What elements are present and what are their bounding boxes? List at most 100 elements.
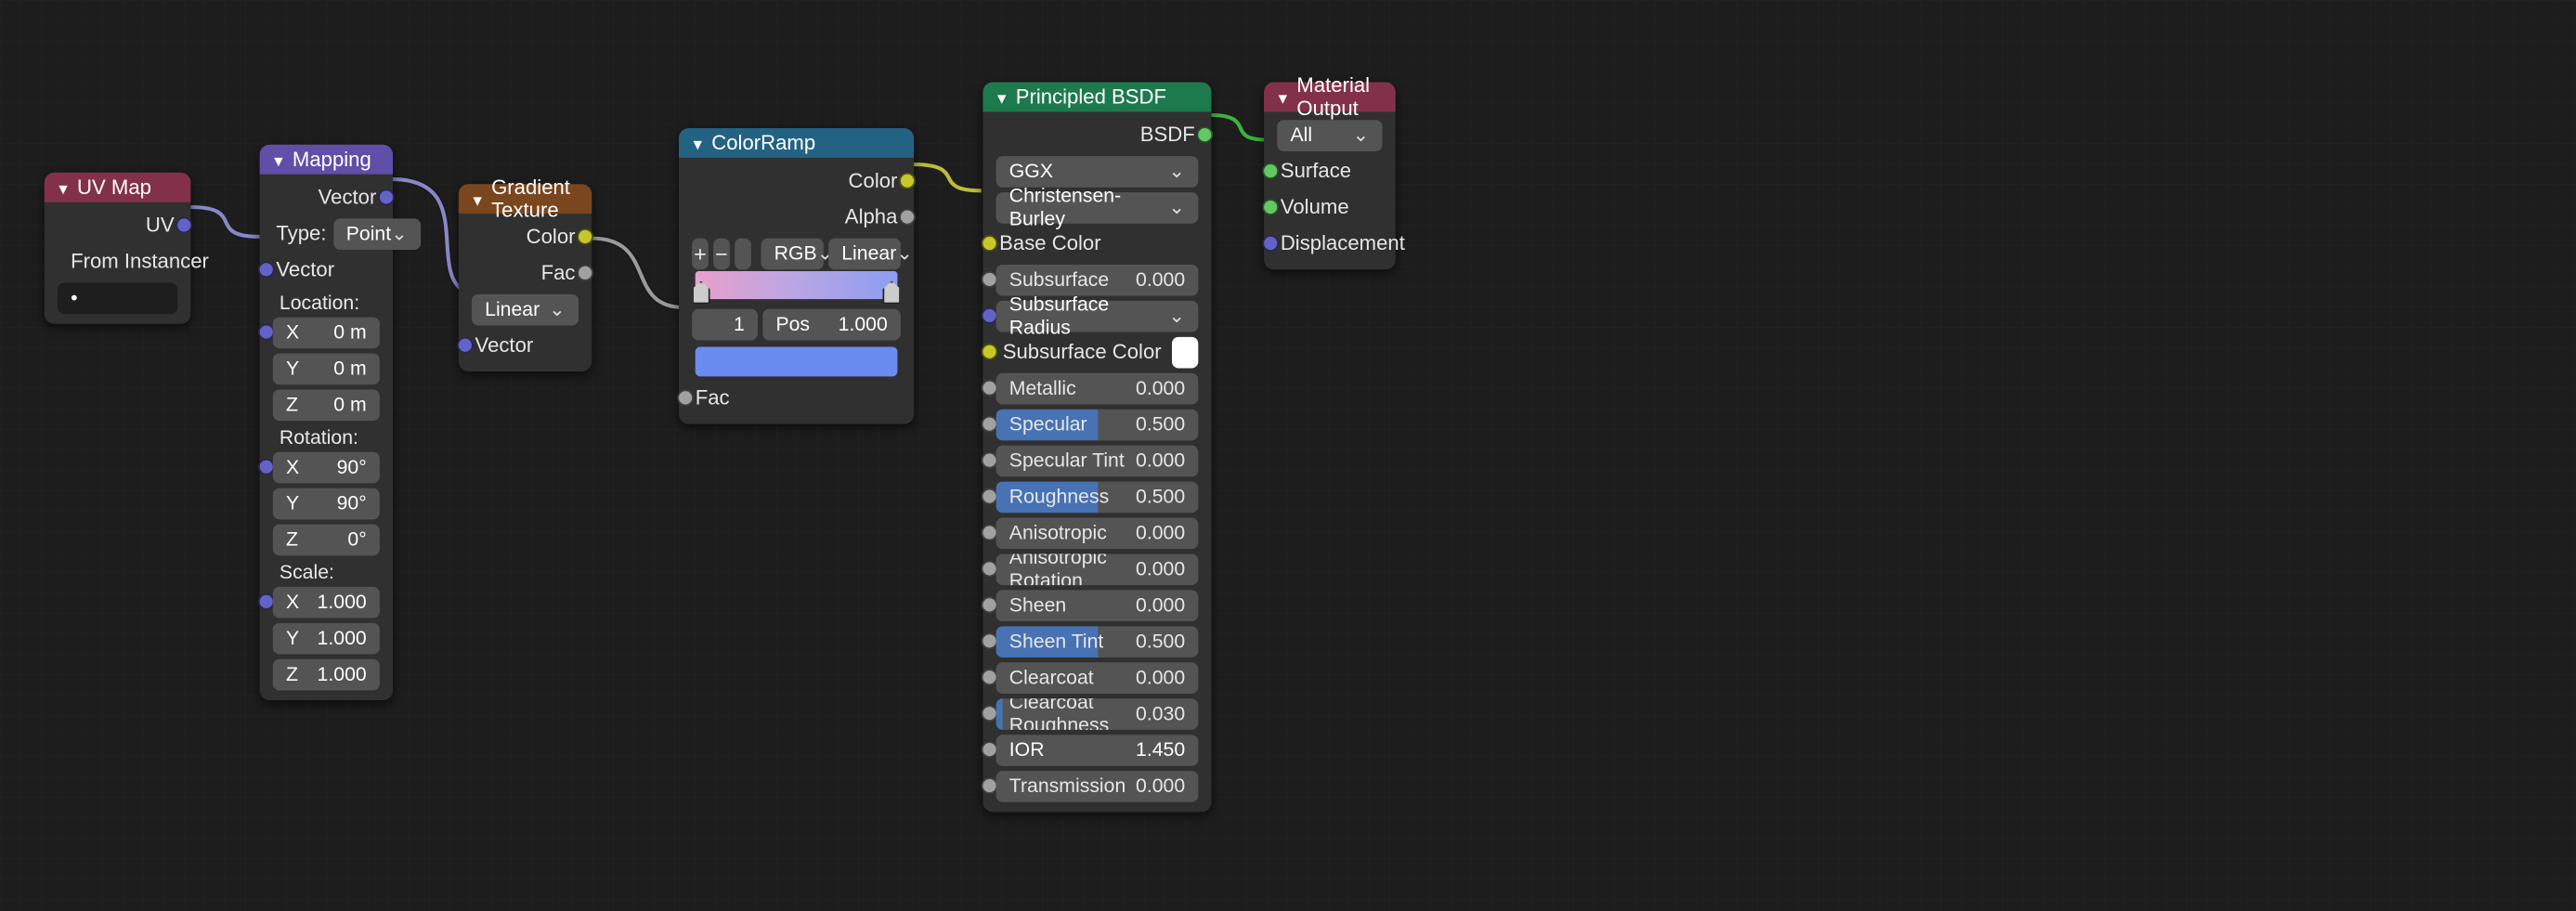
socket-in-sheen[interactable]: Sheen0.000 bbox=[990, 587, 1205, 623]
node-gradient-texture[interactable]: Gradient Texture Color Fac Linear Vector bbox=[459, 184, 592, 371]
socket-in-subsurface_radius[interactable]: Subsurface Radius bbox=[990, 297, 1205, 333]
socket-in-roughness[interactable]: Roughness0.500 bbox=[990, 478, 1205, 514]
anisotropic-slider[interactable]: Anisotropic0.000 bbox=[996, 517, 1199, 549]
socket-in-displacement[interactable]: Displacement bbox=[1270, 225, 1388, 261]
node-header[interactable]: Material Output bbox=[1264, 83, 1396, 112]
prop-from-instancer[interactable]: From Instancer bbox=[51, 243, 184, 280]
scl-x[interactable]: X1.000 bbox=[273, 586, 380, 618]
sheen_tint-slider[interactable]: Sheen Tint0.500 bbox=[996, 625, 1199, 657]
scl-z[interactable]: Z1.000 bbox=[273, 658, 380, 690]
ramp-stop-0[interactable] bbox=[692, 281, 709, 305]
uvmap-select[interactable]: • bbox=[58, 282, 177, 314]
bsdf-sss-dropdown[interactable]: Christensen-Burley bbox=[996, 191, 1199, 223]
loc-x[interactable]: X0 m bbox=[273, 317, 380, 348]
subsurface_radius-field[interactable]: Subsurface Radius bbox=[996, 300, 1199, 332]
type-dropdown[interactable]: Point bbox=[333, 218, 422, 250]
socket-in-transmission[interactable]: Transmission0.000 bbox=[990, 768, 1205, 804]
socket-in-clearcoat[interactable]: Clearcoat0.000 bbox=[990, 659, 1205, 696]
socket-in-ior[interactable]: IOR1.450 bbox=[990, 732, 1205, 768]
ramp-stop-1[interactable] bbox=[882, 281, 900, 305]
socket-dot[interactable] bbox=[577, 265, 593, 281]
socket-in-anisotropic[interactable]: Anisotropic0.000 bbox=[990, 514, 1205, 551]
socket-dot[interactable] bbox=[457, 337, 474, 354]
socket-dot[interactable] bbox=[176, 217, 192, 234]
ramp-remove-button[interactable]: − bbox=[713, 238, 730, 269]
socket-in-metallic[interactable]: Metallic0.000 bbox=[990, 370, 1205, 406]
node-header[interactable]: UV Map bbox=[45, 173, 191, 202]
socket-dot[interactable] bbox=[899, 209, 916, 226]
sheen-slider[interactable]: Sheen0.000 bbox=[996, 590, 1199, 621]
node-header[interactable]: Principled BSDF bbox=[982, 83, 1211, 112]
collapse-icon[interactable] bbox=[690, 132, 705, 155]
socket-dot[interactable] bbox=[577, 228, 593, 245]
node-principled-bsdf[interactable]: Principled BSDF BSDF GGX Christensen-Bur… bbox=[982, 83, 1211, 813]
ramp-add-button[interactable]: + bbox=[692, 238, 709, 269]
anisotropic_rotation-slider[interactable]: Anisotropic Rotation0.000 bbox=[996, 553, 1199, 585]
ramp-colormode-dropdown[interactable]: RGB bbox=[761, 238, 824, 269]
socket-out-vector[interactable]: Vector bbox=[267, 179, 386, 215]
socket-out-color[interactable]: Color bbox=[685, 163, 907, 199]
node-header[interactable]: ColorRamp bbox=[679, 128, 914, 158]
ramp-color-swatch[interactable] bbox=[696, 346, 898, 376]
socket-dot[interactable] bbox=[1262, 163, 1279, 179]
ramp-index-field[interactable]: 1 bbox=[692, 308, 758, 340]
clearcoat_roughness-slider[interactable]: Clearcoat Roughness0.030 bbox=[996, 697, 1199, 729]
socket-dot[interactable] bbox=[899, 173, 916, 189]
ramp-pos-field[interactable]: Pos1.000 bbox=[762, 308, 901, 340]
output-target-dropdown[interactable]: All bbox=[1277, 119, 1382, 150]
socket-dot[interactable] bbox=[1262, 199, 1279, 215]
socket-in-surface[interactable]: Surface bbox=[1270, 153, 1388, 189]
socket-in-anisotropic_rotation[interactable]: Anisotropic Rotation0.000 bbox=[990, 551, 1205, 587]
socket-out-alpha[interactable]: Alpha bbox=[685, 199, 907, 235]
gradient-mode-dropdown[interactable]: Linear bbox=[472, 293, 579, 325]
node-material-output[interactable]: Material Output All Surface Volume Displ… bbox=[1264, 83, 1396, 270]
socket-dot[interactable] bbox=[982, 235, 998, 252]
socket-out-color[interactable]: Color bbox=[465, 218, 585, 254]
socket-in-vector[interactable]: Vector bbox=[267, 252, 386, 288]
subsurface_color-swatch[interactable] bbox=[1171, 336, 1198, 368]
node-mapping[interactable]: Mapping Vector Type: Point Vector Locati… bbox=[260, 145, 393, 700]
socket-in-fac[interactable]: Fac bbox=[685, 380, 907, 416]
socket-dot[interactable] bbox=[1197, 126, 1214, 143]
clearcoat-slider[interactable]: Clearcoat0.000 bbox=[996, 661, 1199, 693]
metallic-slider[interactable]: Metallic0.000 bbox=[996, 372, 1199, 404]
socket-in-vector[interactable]: Vector bbox=[465, 327, 585, 363]
socket-dot[interactable] bbox=[1262, 235, 1279, 252]
ramp-interp-dropdown[interactable]: Linear bbox=[828, 238, 901, 269]
specular-slider[interactable]: Specular0.500 bbox=[996, 409, 1199, 440]
loc-z[interactable]: Z0 m bbox=[273, 389, 380, 421]
node-colorramp[interactable]: ColorRamp Color Alpha + − RGB Linear 1 bbox=[679, 128, 914, 424]
scl-y[interactable]: Y1.000 bbox=[273, 622, 380, 654]
socket-out-uv[interactable]: UV bbox=[51, 207, 184, 243]
ior-field[interactable]: IOR1.450 bbox=[996, 734, 1199, 765]
transmission-slider[interactable]: Transmission0.000 bbox=[996, 770, 1199, 801]
bsdf-distribution-dropdown[interactable]: GGX bbox=[996, 155, 1199, 187]
collapse-icon[interactable] bbox=[470, 188, 485, 211]
socket-in-volume[interactable]: Volume bbox=[1270, 189, 1388, 226]
socket-in-specular_tint[interactable]: Specular Tint0.000 bbox=[990, 442, 1205, 478]
socket-dot[interactable] bbox=[982, 344, 998, 360]
roughness-slider[interactable]: Roughness0.500 bbox=[996, 481, 1199, 513]
socket-in-specular[interactable]: Specular0.500 bbox=[990, 406, 1205, 442]
collapse-icon[interactable] bbox=[271, 148, 286, 171]
rot-x[interactable]: X90° bbox=[273, 451, 380, 483]
collapse-icon[interactable] bbox=[995, 85, 1009, 109]
socket-in-clearcoat_roughness[interactable]: Clearcoat Roughness0.030 bbox=[990, 696, 1205, 732]
rot-z[interactable]: Z0° bbox=[273, 524, 380, 555]
socket-out-bsdf[interactable]: BSDF bbox=[990, 117, 1205, 153]
node-header[interactable]: Gradient Texture bbox=[459, 184, 592, 214]
socket-dot[interactable] bbox=[677, 389, 694, 406]
ramp-gradient[interactable] bbox=[696, 271, 898, 299]
collapse-icon[interactable] bbox=[1276, 85, 1291, 109]
loc-y[interactable]: Y0 m bbox=[273, 353, 380, 384]
socket-in-base-color[interactable]: Base Color bbox=[990, 225, 1205, 261]
subsurface-slider[interactable]: Subsurface0.000 bbox=[996, 264, 1199, 295]
rot-y[interactable]: Y90° bbox=[273, 488, 380, 519]
node-header[interactable]: Mapping bbox=[260, 145, 393, 175]
collapse-icon[interactable] bbox=[56, 176, 71, 199]
node-uv-map[interactable]: UV Map UV From Instancer • bbox=[45, 173, 191, 324]
specular_tint-slider[interactable]: Specular Tint0.000 bbox=[996, 445, 1199, 476]
socket-dot[interactable] bbox=[258, 261, 275, 278]
ramp-tools-button[interactable] bbox=[735, 238, 751, 269]
socket-dot[interactable] bbox=[378, 189, 395, 206]
